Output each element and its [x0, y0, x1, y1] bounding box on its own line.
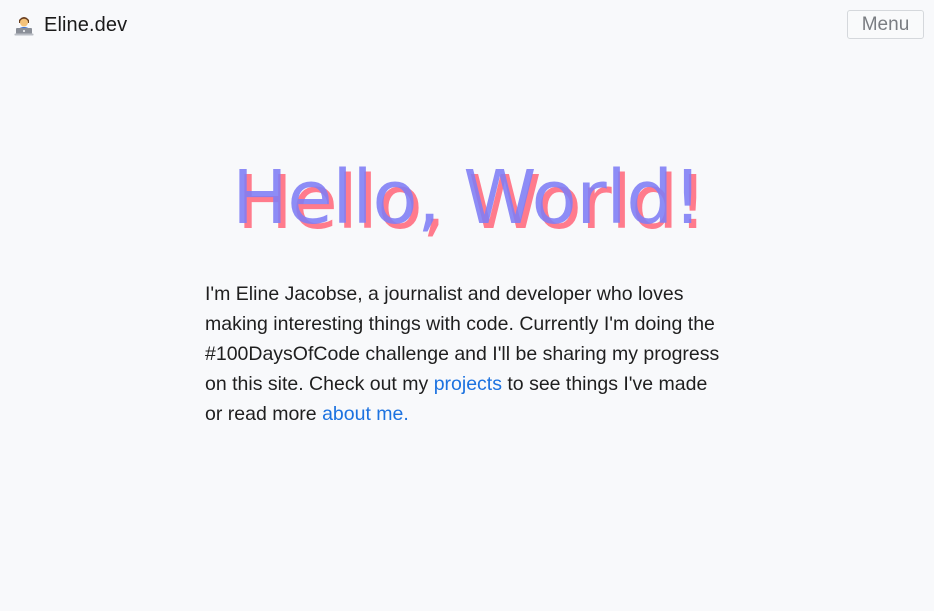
- projects-link[interactable]: projects: [434, 373, 502, 395]
- about-me-link[interactable]: about me.: [322, 403, 409, 425]
- technologist-emoji-icon: [14, 14, 34, 36]
- hero-title-text: Hello, World!: [232, 155, 702, 241]
- hero-section: Hello, World! Hello, World!: [0, 148, 934, 248]
- site-header: Eline.dev Menu: [0, 0, 934, 52]
- brand-name: Eline.dev: [44, 14, 128, 36]
- intro-paragraph: I'm Eline Jacobse, a journalist and deve…: [205, 279, 730, 429]
- hero-title: Hello, World! Hello, World!: [232, 148, 707, 248]
- brand-link[interactable]: Eline.dev: [14, 12, 127, 38]
- menu-button[interactable]: Menu: [847, 10, 924, 39]
